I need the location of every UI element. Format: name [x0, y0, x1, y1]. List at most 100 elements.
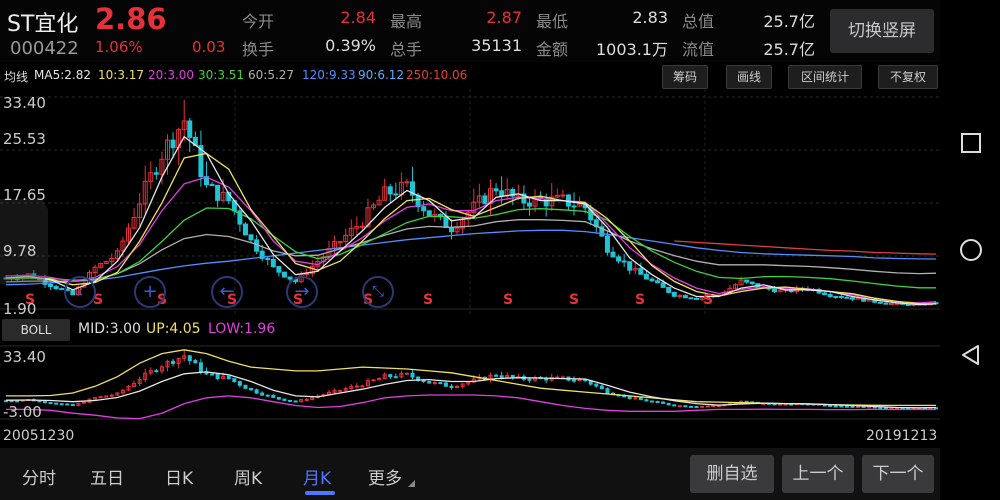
boll-candle-body: [878, 407, 883, 410]
candle-body: [281, 271, 287, 278]
boll-candle-body: [249, 387, 254, 391]
boll-candle-body: [42, 400, 47, 404]
boll-candle-body: [438, 382, 443, 385]
boll-candle-body: [232, 378, 237, 383]
boll-candle-body: [677, 405, 682, 408]
move-left-icon[interactable]: ←: [211, 276, 243, 308]
android-nav-bar: [940, 0, 1000, 500]
ma-value-30: 30:3.51: [198, 68, 245, 82]
boll-candle-body: [338, 389, 343, 392]
boll-candle-body: [154, 370, 159, 373]
ma-value-90: 90:6.12: [358, 68, 405, 82]
boll-candle-body: [867, 406, 872, 409]
back-icon[interactable]: ‹: [64, 276, 96, 308]
candle-body: [493, 188, 499, 192]
candle-body: [616, 256, 622, 262]
quote-value-low: 2.83: [632, 8, 668, 27]
ma-value-5: MA5:2.82: [34, 68, 91, 82]
candle-body: [426, 210, 432, 217]
candle-body: [666, 286, 672, 293]
boll-candle-body: [449, 385, 454, 389]
boll-candle-body: [9, 400, 14, 403]
ma-value-10: 10:3.17: [98, 68, 145, 82]
candle-body: [265, 257, 271, 260]
boll-candle-body: [171, 360, 176, 364]
quote-value-amount: 1003.1万: [596, 40, 668, 59]
next-stock-button[interactable]: 下一个: [862, 455, 934, 493]
tab-daily-k[interactable]: 日K: [165, 464, 193, 489]
boll-candle-body: [265, 394, 270, 397]
boll-candle-body: [187, 355, 192, 362]
sell-signal: S: [569, 292, 579, 308]
previous-stock-button[interactable]: 上一个: [782, 455, 854, 493]
candle-body: [655, 280, 661, 284]
candle-body: [610, 251, 616, 258]
boll-candle-body: [700, 405, 705, 408]
boll-candle-body: [494, 374, 499, 377]
end-date-label: 20191213: [866, 428, 938, 444]
candle-body: [482, 195, 488, 204]
quote-label-float-cap: 流值: [682, 40, 715, 59]
tab-weekly-k[interactable]: 周K: [234, 464, 262, 489]
boll-candle-body: [260, 392, 265, 396]
boll-candle-body: [644, 399, 649, 402]
candle-body: [421, 206, 427, 212]
candle-body: [437, 213, 443, 217]
candle-body: [772, 288, 778, 293]
chip-distribution-button[interactable]: 筹码: [662, 65, 708, 89]
quote-value-float-cap: 25.7亿: [763, 40, 815, 59]
boll-candle-body: [360, 385, 365, 388]
candle-body: [883, 302, 889, 305]
quote-value-open: 2.84: [340, 8, 376, 27]
boll-up: UP:4.05: [146, 321, 201, 337]
boll-candle-body: [215, 373, 220, 380]
candle-body: [627, 261, 633, 271]
back-nav-icon[interactable]: [960, 344, 982, 366]
boll-candle-body: [54, 402, 59, 405]
sell-signal: S: [503, 292, 513, 308]
boll-candle-body: [633, 397, 638, 400]
boll-candle-body: [833, 405, 838, 408]
zoom-in-icon[interactable]: +: [134, 276, 166, 308]
tab-more[interactable]: 更多: [368, 464, 402, 489]
candle-body: [849, 297, 855, 300]
no-adjust-button[interactable]: 不复权: [878, 65, 938, 89]
boll-mid: MID:3.00: [78, 321, 141, 337]
remove-watchlist-button[interactable]: 删自选: [690, 455, 774, 493]
boll-candle-body: [237, 381, 242, 386]
change-amount: 0.03: [192, 38, 226, 56]
home-icon[interactable]: [959, 238, 983, 262]
fullscreen-collapse-icon[interactable]: ⤡: [362, 276, 394, 308]
y-axis-top-label: 33.40: [3, 94, 46, 112]
recents-icon[interactable]: [960, 132, 982, 154]
boll-candle-body: [688, 405, 693, 408]
boll-candle-body: [388, 374, 393, 378]
boll-candle-body: [4, 400, 8, 403]
move-right-icon[interactable]: →: [286, 276, 318, 308]
ma-value-20: 20:3.00: [148, 68, 195, 82]
boll-candle-body: [828, 404, 833, 407]
change-percent: 1.06%: [95, 38, 143, 56]
candle-body: [187, 120, 193, 138]
draw-line-button[interactable]: 画线: [726, 65, 772, 89]
candle-body: [643, 273, 649, 280]
y-axis-label-4: 9.78: [3, 242, 37, 260]
boll-candle-body: [271, 394, 276, 398]
tab-five-day[interactable]: 五日: [90, 464, 124, 489]
boll-chart[interactable]: [0, 345, 940, 425]
boll-candle-body: [705, 405, 710, 408]
quote-label-low: 最低: [536, 12, 569, 31]
candle-body: [688, 297, 694, 300]
indicator-selector[interactable]: BOLL: [2, 319, 70, 341]
candle-body: [449, 226, 455, 233]
boll-low: LOW:1.96: [208, 321, 276, 337]
boll-candle-body: [427, 381, 432, 384]
candle-body: [694, 297, 700, 300]
switch-portrait-button[interactable]: 切换竖屏: [830, 9, 934, 53]
interval-stats-button[interactable]: 区间统计: [788, 65, 862, 89]
tab-intraday[interactable]: 分时: [22, 464, 56, 489]
candle-body: [677, 295, 683, 298]
boll-candle-body: [856, 405, 861, 408]
tab-monthly-k[interactable]: 月K: [303, 464, 331, 489]
boll-candle-body: [226, 375, 231, 380]
